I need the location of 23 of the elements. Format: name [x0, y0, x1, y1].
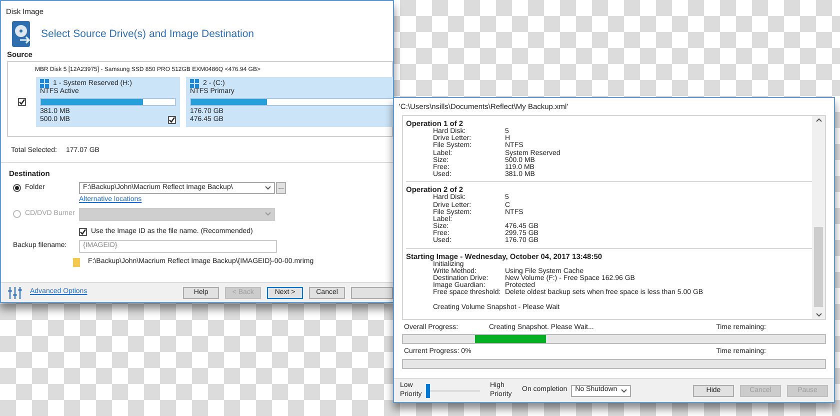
dropdown-caret-icon: [621, 388, 628, 392]
dialog-button[interactable]: [351, 286, 393, 298]
folder-icon: [73, 258, 80, 268]
windows-logo-icon: [40, 79, 49, 88]
dropdown-caret-icon: [265, 186, 271, 190]
scroll-thumb[interactable]: [814, 227, 823, 307]
settings-sliders-icon[interactable]: [8, 286, 22, 298]
check-icon: [79, 228, 87, 236]
hard-drive-icon: [11, 20, 33, 48]
check-icon: [18, 98, 26, 106]
scroll-down-icon[interactable]: [816, 313, 822, 317]
check-icon: [168, 116, 176, 124]
checkbox[interactable]: [79, 228, 87, 236]
disk-checkbox[interactable]: [18, 98, 26, 106]
slider-thumb[interactable]: [426, 384, 430, 398]
partition-checkbox[interactable]: [168, 116, 176, 124]
dropdown-caret-icon: [265, 212, 271, 216]
priority-slider[interactable]: [426, 384, 480, 398]
radio-button[interactable]: [13, 184, 21, 192]
scrollbar[interactable]: [812, 116, 825, 319]
page-heading: Select Source Drive(s) and Image Destination: [41, 28, 254, 40]
scroll-up-icon[interactable]: [816, 118, 822, 122]
windows-logo-icon: [190, 79, 199, 88]
